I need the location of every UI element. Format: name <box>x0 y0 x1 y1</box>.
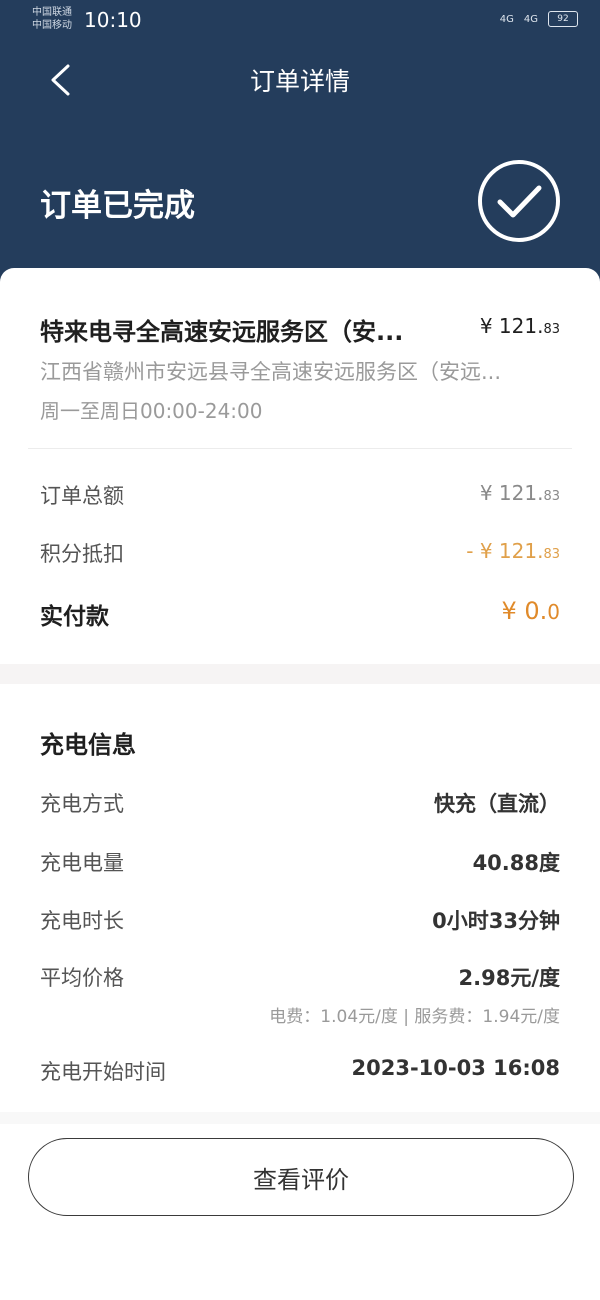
charging-duration-label: 充电时长 <box>40 909 124 933</box>
order-total-value: ¥ 121.83 <box>479 481 560 505</box>
signal-icon: 4G <box>523 13 538 25</box>
section-divider <box>0 664 600 684</box>
paid-amount-label: 实付款 <box>40 604 109 630</box>
points-deduction-label: 积分抵扣 <box>40 542 124 566</box>
points-deduction-value: - ¥ 121.83 <box>466 539 560 563</box>
paid-amount-value: ¥ 0.0 <box>501 597 560 625</box>
charging-start-value: 2023-10-03 16:08 <box>351 1056 560 1080</box>
charging-start-label: 充电开始时间 <box>40 1060 166 1084</box>
order-total-label: 订单总额 <box>40 484 124 508</box>
page-title: 订单详情 <box>249 67 350 96</box>
carrier-1: 中国联通 <box>32 7 72 18</box>
charging-mode-value: 快充（直流） <box>434 792 560 816</box>
divider <box>28 448 572 449</box>
battery-icon: 92 <box>548 11 578 27</box>
check-circle-icon <box>478 160 560 242</box>
charging-mode-label: 充电方式 <box>40 792 124 816</box>
station-name: 特来电寻全高速安远服务区（安... <box>40 318 404 346</box>
carrier-info: 中国联通 中国移动 <box>32 6 92 32</box>
header-bar <box>0 0 600 300</box>
charging-duration-value: 0小时33分钟 <box>432 909 560 933</box>
order-status-title: 订单已完成 <box>40 188 195 224</box>
charging-energy-value: 40.88度 <box>472 851 560 875</box>
average-price-value: 2.98元/度 <box>458 966 560 990</box>
average-price-label: 平均价格 <box>40 966 124 990</box>
view-review-button[interactable]: 查看评价 <box>28 1138 574 1216</box>
station-hours: 周一至周日00:00-24:00 <box>40 399 263 423</box>
charging-info-title: 充电信息 <box>40 731 136 759</box>
carrier-2: 中国移动 <box>32 20 72 31</box>
status-time: 10:10 <box>84 8 142 32</box>
status-icons: 4G 4G 92 <box>500 11 578 27</box>
status-bar: 中国联通 中国移动 10:10 4G 4G 92 <box>0 0 600 44</box>
station-address: 江西省赣州市安远县寻全高速安远服务区（安远... <box>40 360 502 384</box>
signal-icon: 4G <box>499 13 514 25</box>
charging-energy-label: 充电电量 <box>40 851 124 875</box>
fee-breakdown: 电费：1.04元/度 | 服务费：1.94元/度 <box>269 1007 560 1027</box>
station-price: ¥ 121.83 <box>479 314 560 338</box>
footer-divider <box>0 1112 600 1124</box>
